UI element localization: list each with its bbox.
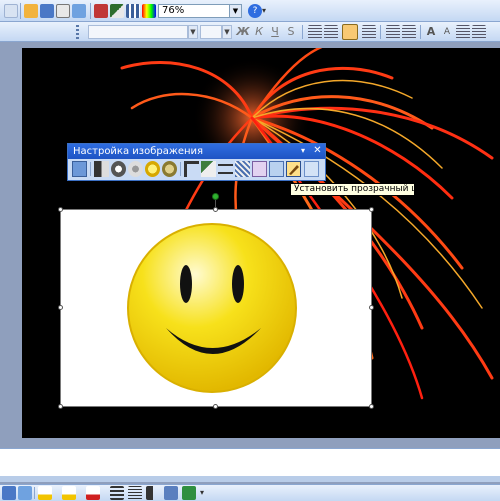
recolor-picture-icon[interactable] [252,161,267,177]
font-name-field[interactable] [88,25,188,39]
rotate-left-icon[interactable] [201,161,216,177]
toolbar-separator [180,162,181,176]
resize-handle-n[interactable] [213,207,218,212]
toolbar-separator [302,25,303,39]
pane-splitter[interactable] [0,476,500,482]
center-icon[interactable] [324,25,338,39]
justify-icon[interactable] [362,25,376,39]
save-icon[interactable] [40,4,54,18]
italic-icon[interactable]: Ж [236,25,250,39]
resize-handle-w[interactable] [58,305,63,310]
partial-button-icon[interactable] [4,4,18,18]
smiley-right-eye [232,265,244,303]
increase-font-icon[interactable]: A [424,25,438,39]
close-icon[interactable]: ✕ [312,145,323,157]
shadow-style-icon[interactable] [164,486,178,500]
chevron-down-icon[interactable]: ▼ [188,25,198,39]
insert-chart-icon[interactable] [110,4,124,18]
less-brightness-icon[interactable] [162,161,177,177]
toolbar-separator [20,3,21,19]
smiley-face [127,223,297,393]
3d-style-icon[interactable] [182,486,196,500]
set-transparent-color-icon[interactable] [286,161,301,177]
resize-handle-ne[interactable] [369,207,374,212]
tooltip: Установить прозрачный цвет [290,183,415,196]
chevron-down-icon[interactable]: ▼ [222,25,232,39]
more-contrast-icon[interactable] [111,161,126,177]
numbering-icon[interactable] [386,25,400,39]
shadow-icon[interactable]: S [284,25,298,39]
line-style-icon[interactable] [110,486,124,500]
resize-handle-sw[interactable] [58,404,63,409]
arrow-style-icon[interactable] [146,486,160,500]
compress-pictures-icon[interactable] [235,161,250,177]
drawing-toolbar: ▾ [0,484,500,501]
standard-toolbar: 76% ▼ ? ▾ [0,0,500,22]
reset-picture-icon[interactable] [304,161,319,177]
line-color-icon[interactable] [62,486,76,500]
outdent-icon[interactable] [472,25,486,39]
zoom-field[interactable]: 76% [158,4,230,18]
line-style-icon[interactable] [218,164,233,174]
bring-forward-icon[interactable] [94,4,108,18]
resize-handle-e[interactable] [369,305,374,310]
toolbar-options-icon[interactable]: ▾ [262,4,270,18]
help-icon[interactable]: ? [248,4,262,18]
resize-handle-nw[interactable] [58,207,63,212]
chevron-down-icon[interactable]: ▼ [230,4,242,18]
selected-picture[interactable] [60,209,372,407]
toolbar-separator [90,162,91,176]
picture-toolbar: Настройка изображения ▾ ✕ [67,143,326,181]
fill-color-icon[interactable] [38,486,52,500]
open-icon[interactable] [24,4,38,18]
print-icon[interactable] [56,4,70,18]
color-mode-icon[interactable] [94,161,109,177]
insert-picture-icon[interactable] [72,161,87,177]
toolbar-options-icon[interactable]: ▾ [200,486,208,500]
toolbar-separator [380,25,381,39]
align-right-icon[interactable] [342,24,358,40]
resize-handle-s[interactable] [213,404,218,409]
resize-handle-se[interactable] [369,404,374,409]
chevron-down-icon[interactable]: ▾ [301,146,309,156]
notes-pane[interactable] [0,448,500,477]
picture-toolbar-title[interactable]: Настройка изображения [68,144,325,159]
toolbar-separator [420,25,421,39]
preview-icon[interactable] [72,4,86,18]
pen-icon [289,165,299,175]
font-color-icon[interactable] [86,486,100,500]
format-picture-icon[interactable] [269,161,284,177]
image-icon[interactable] [18,486,32,500]
smiley-face-image [127,223,297,393]
align-left-icon[interactable] [308,25,322,39]
toolbar-separator [34,487,35,499]
less-contrast-icon[interactable] [128,161,143,177]
bullets-icon[interactable] [402,25,416,39]
toolbar-grip[interactable] [76,25,79,39]
decrease-font-icon[interactable]: A [440,25,454,39]
toolbar-separator [90,3,91,19]
color-icon[interactable] [142,4,156,18]
indent-icon[interactable] [456,25,470,39]
rotate-handle[interactable] [212,193,219,200]
smiley-left-eye [180,265,192,303]
select-objects-icon[interactable] [2,486,16,500]
more-brightness-icon[interactable] [145,161,160,177]
underline-icon[interactable]: Ч [268,25,282,39]
crop-icon[interactable] [184,161,199,177]
font-size-field[interactable] [200,25,222,39]
table-icon[interactable] [126,4,140,18]
italic-icon[interactable]: К [252,25,266,39]
dash-style-icon[interactable] [128,486,142,500]
